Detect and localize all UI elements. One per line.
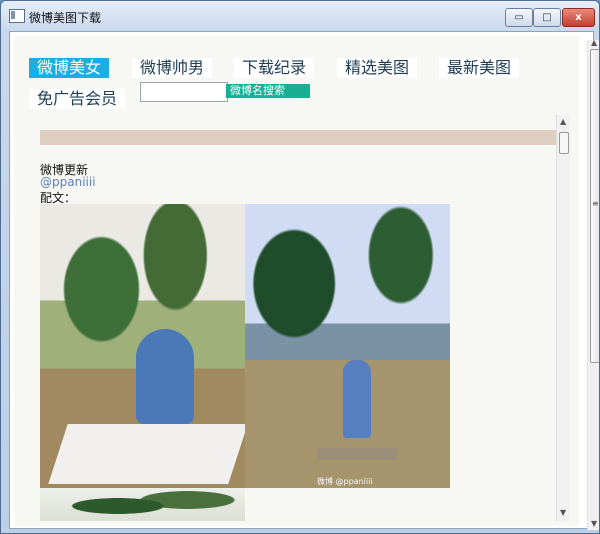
nav-item-weibo-beauty[interactable]: 微博美女 [29,58,110,78]
weibo-name-input[interactable] [140,82,228,102]
window-icon [9,9,25,23]
weibo-name-search-button[interactable]: 微博名搜索 [226,84,310,98]
window-scroll-down-icon[interactable]: ▼ [591,520,597,528]
post-username[interactable]: @ppaniiii [40,175,96,189]
window-scroll-thumb[interactable]: ≡ [590,49,599,363]
header-banner [40,130,556,145]
post-image-3[interactable] [40,488,245,521]
maximize-button[interactable]: □ [533,8,561,27]
app-window: 微博美图下载 ▭ □ x 微博美女 微博帅男 下载纪录 精选美图 最新美图 免广… [0,0,600,534]
window-scroll-up-icon[interactable]: ▲ [591,39,597,47]
close-button[interactable]: x [562,8,595,27]
content-vertical-scrollbar[interactable]: ▲ ▼ [556,115,570,521]
scroll-down-icon[interactable]: ▼ [560,509,566,517]
image-watermark-1: 微博 @ppaniiii [116,475,172,484]
main-panel: 微博美女 微博帅男 下载纪录 精选美图 最新美图 免广告会员 微博名搜索 微博更… [14,36,599,530]
window-vertical-scrollbar[interactable]: ▲ ≡ ▼ [587,39,599,530]
minimize-icon: ▭ [514,12,524,23]
scroll-up-icon[interactable]: ▲ [560,118,566,126]
nav-item-ad-free-member[interactable]: 免广告会员 [29,89,126,109]
content-scroll-area[interactable]: 微博更新 @ppaniiii 配文： 微博 @ppaniiii 微博 @ppan… [30,115,556,521]
nav-item-download-history[interactable]: 下载纪录 [234,58,315,78]
content-scroll-thumb[interactable] [559,132,569,154]
nav-item-weibo-handsome[interactable]: 微博帅男 [132,58,213,78]
minimize-button[interactable]: ▭ [505,8,533,27]
image-watermark-2: 微博 @ppaniiii [317,477,373,486]
nav-item-selected-images[interactable]: 精选美图 [337,58,418,78]
title-bar[interactable]: 微博美图下载 ▭ □ x [1,1,599,31]
window-title: 微博美图下载 [29,11,102,25]
close-icon: x [575,12,582,23]
client-area: 微博美女 微博帅男 下载纪录 精选美图 最新美图 免广告会员 微博名搜索 微博更… [9,31,599,530]
post-image-2[interactable]: 微博 @ppaniiii [245,204,450,488]
scroll-grip-icon: ≡ [592,199,599,208]
nav-item-latest-images[interactable]: 最新美图 [439,58,520,78]
post-image-1[interactable]: 微博 @ppaniiii [40,204,245,488]
maximize-icon: □ [542,12,552,23]
